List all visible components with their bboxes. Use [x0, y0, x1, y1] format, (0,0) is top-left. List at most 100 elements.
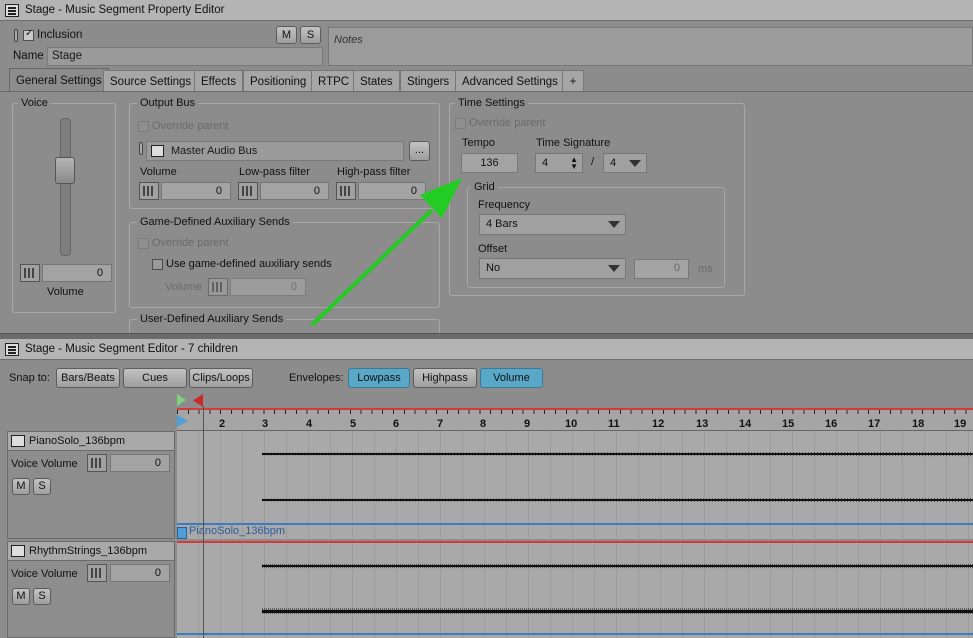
time-sig-numerator[interactable]: 4 ▲ ▼	[535, 153, 583, 173]
tab-general-settings[interactable]: General Settings	[9, 68, 109, 91]
check-icon: ✓	[25, 28, 34, 39]
property-editor-title: Stage - Music Segment Property Editor	[25, 4, 225, 16]
ruler-label-12: 12	[652, 418, 665, 430]
tab-effects[interactable]: Effects	[194, 70, 243, 91]
output-bus-field[interactable]: Master Audio Bus	[146, 141, 404, 161]
tab-source-settings[interactable]: Source Settings	[103, 70, 199, 91]
editor-icon	[5, 343, 19, 356]
track-mute-button[interactable]: M	[12, 588, 30, 605]
track-volume-value[interactable]: 0	[110, 454, 170, 472]
time-settings-label: Time Settings	[455, 97, 528, 109]
track-name-bar: RhythmStrings_136bpm	[7, 541, 175, 561]
voice-volume-knob[interactable]	[20, 264, 40, 282]
output-bus-override-checkbox[interactable]	[138, 121, 149, 132]
inclusion-checkbox[interactable]: ✓	[23, 28, 34, 41]
chevron-down-icon	[629, 160, 641, 167]
snap-clips-loops-button[interactable]: Clips/Loops	[189, 368, 253, 388]
time-override-label: Override parent	[469, 117, 546, 129]
bus-volume-knob[interactable]	[139, 182, 159, 200]
bus-volume-value[interactable]: 0	[161, 182, 231, 200]
drag-grip-icon[interactable]	[14, 29, 18, 42]
name-field[interactable]: Stage	[47, 47, 323, 66]
envelope-volume-button[interactable]: Volume	[480, 368, 543, 388]
solo-button[interactable]: S	[300, 26, 321, 44]
user-aux-label: User-Defined Auxiliary Sends	[137, 313, 287, 325]
time-sig-numerator-value: 4	[542, 157, 549, 169]
lowpass-knob[interactable]	[238, 182, 258, 200]
voice-volume-slider-handle[interactable]	[55, 157, 75, 184]
time-sig-denominator[interactable]: 4	[603, 153, 647, 173]
output-bus-name: Master Audio Bus	[171, 145, 258, 157]
tab-advanced-settings[interactable]: Advanced Settings	[455, 70, 565, 91]
offset-value: No	[486, 262, 501, 274]
snap-cues-button[interactable]: Cues	[123, 368, 187, 388]
envelope-lowpass-button[interactable]: Lowpass	[348, 368, 410, 388]
tab-positioning[interactable]: Positioning	[243, 70, 314, 91]
tab-divider	[0, 91, 973, 92]
track-icon	[11, 545, 25, 557]
offset-label: Offset	[478, 243, 508, 255]
clip-handle[interactable]	[177, 527, 187, 539]
frequency-value: 4 Bars	[486, 218, 518, 230]
entry-cue-marker[interactable]	[177, 394, 186, 406]
game-aux-override-checkbox[interactable]	[138, 238, 149, 249]
voice-volume-value[interactable]: 0	[42, 264, 112, 282]
tab-rtpc[interactable]: RTPC	[311, 70, 357, 91]
use-game-aux-checkbox[interactable]	[152, 259, 163, 270]
lane-red-line	[177, 541, 973, 543]
track-volume-value[interactable]: 0	[110, 564, 170, 582]
mute-button[interactable]: M	[276, 26, 297, 44]
segment-editor-title: Stage - Music Segment Editor - 7 childre…	[25, 343, 238, 355]
tab-states[interactable]: States	[353, 70, 400, 91]
time-sig-denominator-value: 4	[610, 157, 617, 169]
snap-bars-beats-button[interactable]: Bars/Beats	[56, 368, 120, 388]
ms-label: ms	[698, 263, 713, 275]
track-volume-knob[interactable]	[87, 454, 107, 472]
output-bus-label: Output Bus	[137, 97, 199, 109]
voice-volume-slider-track[interactable]	[60, 118, 71, 256]
tempo-label: Tempo	[462, 137, 496, 149]
grid-label: Grid	[471, 181, 498, 193]
ruler-label-3: 3	[262, 418, 269, 430]
track-solo-button[interactable]: S	[33, 478, 51, 495]
frequency-select[interactable]: 4 Bars	[479, 214, 626, 235]
offset-select[interactable]: No	[479, 258, 626, 279]
ruler-label-11: 11	[608, 418, 620, 430]
track-lane-piano[interactable]: PianoSolo_136bpm	[177, 431, 973, 539]
frequency-label: Frequency	[478, 199, 530, 211]
bus-grip-icon[interactable]	[139, 142, 143, 155]
ruler-label-7: 7	[437, 418, 444, 430]
waveform-fill-bottom	[262, 497, 973, 503]
ruler-label-15: 15	[782, 418, 795, 430]
notes-field[interactable]: Notes	[328, 27, 973, 66]
envelope-highpass-button[interactable]: Highpass	[413, 368, 477, 388]
track-volume-knob[interactable]	[87, 564, 107, 582]
tab-stingers[interactable]: Stingers	[400, 70, 457, 91]
output-bus-override-label: Override parent	[152, 120, 229, 132]
time-sig-separator: /	[591, 156, 595, 168]
track-mute-button[interactable]: M	[12, 478, 30, 495]
bus-volume-label: Volume	[140, 166, 177, 178]
ruler-label-6: 6	[393, 418, 400, 430]
clip-line	[177, 633, 973, 635]
ruler-label-2: 2	[219, 418, 226, 430]
offset-ms-field[interactable]: 0	[634, 259, 689, 279]
track-name: RhythmStrings_136bpm	[29, 545, 148, 557]
ruler-label-5: 5	[350, 418, 357, 430]
waveform-fill-top	[262, 563, 973, 569]
game-aux-volume-value[interactable]: 0	[230, 278, 306, 296]
chevron-down-icon	[608, 221, 620, 228]
add-tab-button[interactable]: +	[562, 70, 584, 91]
track-name-bar: PianoSolo_136bpm	[7, 431, 175, 451]
track-solo-button[interactable]: S	[33, 588, 51, 605]
browse-bus-button[interactable]: ...	[409, 141, 430, 161]
inclusion-label: Inclusion	[37, 29, 83, 41]
time-signature-label: Time Signature	[536, 137, 611, 149]
envelopes-label: Envelopes:	[289, 372, 344, 384]
ruler-label-4: 4	[306, 418, 313, 430]
exit-cue-marker[interactable]	[193, 394, 203, 407]
time-override-checkbox[interactable]	[455, 118, 466, 129]
game-aux-volume-knob[interactable]	[208, 278, 228, 296]
track-lane-strings[interactable]	[177, 541, 973, 638]
voice-group-label: Voice	[18, 97, 51, 109]
